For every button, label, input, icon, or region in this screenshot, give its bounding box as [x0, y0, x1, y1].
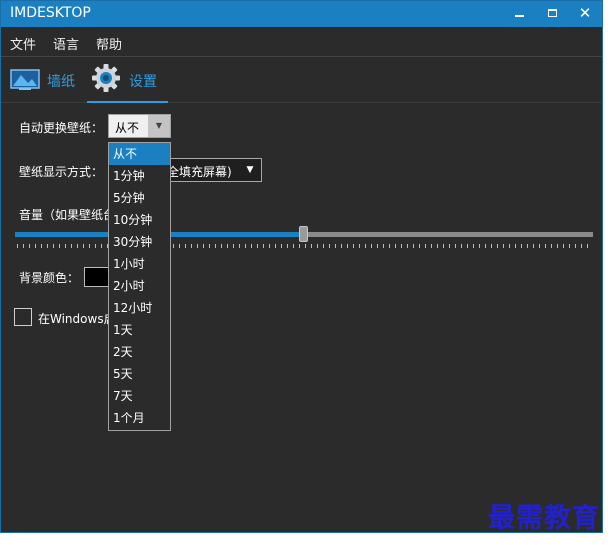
dropdown-option[interactable]: 5分钟: [109, 187, 170, 209]
menu-language[interactable]: 语言: [53, 34, 79, 53]
gear-icon: [92, 64, 120, 92]
startup-checkbox[interactable]: [14, 308, 32, 326]
auto-change-combo[interactable]: 从不 ▼: [108, 114, 171, 138]
bg-color-label: 背景颜色：: [19, 271, 80, 285]
dropdown-option[interactable]: 2小时: [109, 275, 170, 297]
app-window: IMDESKTOP ✕ 文件 语言 帮助 墙纸 设置 自动更换壁纸： 从不 ▼ …: [0, 0, 603, 533]
dropdown-option[interactable]: 1天: [109, 319, 170, 341]
dropdown-option[interactable]: 30分钟: [109, 231, 170, 253]
minimize-button[interactable]: [504, 1, 534, 27]
auto-change-label: 自动更换壁纸：: [19, 121, 104, 135]
menu-file[interactable]: 文件: [10, 34, 36, 53]
menu-help[interactable]: 帮助: [96, 34, 122, 53]
dropdown-option[interactable]: 12小时: [109, 297, 170, 319]
display-mode-value: 全填充屏幕): [167, 165, 232, 179]
dropdown-option[interactable]: 1小时: [109, 253, 170, 275]
auto-change-dropdown: 从不 1分钟 5分钟 10分钟 30分钟 1小时 2小时 12小时 1天 2天 5天 7天 1个月: [108, 142, 171, 431]
dropdown-option[interactable]: 7天: [109, 385, 170, 407]
volume-ticks: [17, 244, 593, 248]
maximize-icon: [547, 8, 557, 17]
tab-settings[interactable]: 设置: [87, 57, 168, 103]
dropdown-option[interactable]: 10分钟: [109, 209, 170, 231]
tab-wallpaper[interactable]: 墙纸: [1, 57, 81, 103]
menu-bar: 文件 语言 帮助: [1, 27, 602, 57]
chevron-down-icon: ▼: [246, 165, 254, 175]
volume-label: 音量（如果壁纸台: [19, 208, 116, 222]
active-tab-indicator: [87, 101, 168, 103]
close-button[interactable]: ✕: [570, 1, 600, 27]
dropdown-option[interactable]: 1个月: [109, 407, 170, 429]
minimize-icon: [514, 14, 524, 17]
tab-bar: 墙纸 设置: [1, 57, 602, 103]
dropdown-option[interactable]: 2天: [109, 341, 170, 363]
window-title: IMDESKTOP: [10, 5, 91, 21]
dropdown-option[interactable]: 从不: [109, 143, 170, 165]
dropdown-option[interactable]: 5天: [109, 363, 170, 385]
tab-wallpaper-label: 墙纸: [47, 74, 75, 90]
maximize-button[interactable]: [537, 1, 567, 27]
display-mode-label: 壁纸显示方式：: [19, 165, 104, 179]
dropdown-option[interactable]: 1分钟: [109, 165, 170, 187]
volume-slider-thumb[interactable]: [299, 226, 308, 242]
volume-track[interactable]: [307, 232, 593, 237]
chevron-down-icon: ▼: [148, 115, 170, 137]
auto-change-value: 从不: [115, 121, 140, 135]
close-icon: ✕: [578, 4, 592, 22]
title-bar[interactable]: IMDESKTOP ✕: [1, 1, 602, 27]
tab-settings-label: 设置: [129, 74, 157, 90]
watermark: 最需教育: [488, 503, 600, 534]
startup-label: 在Windows启: [38, 312, 116, 326]
wallpaper-icon: [10, 69, 40, 90]
